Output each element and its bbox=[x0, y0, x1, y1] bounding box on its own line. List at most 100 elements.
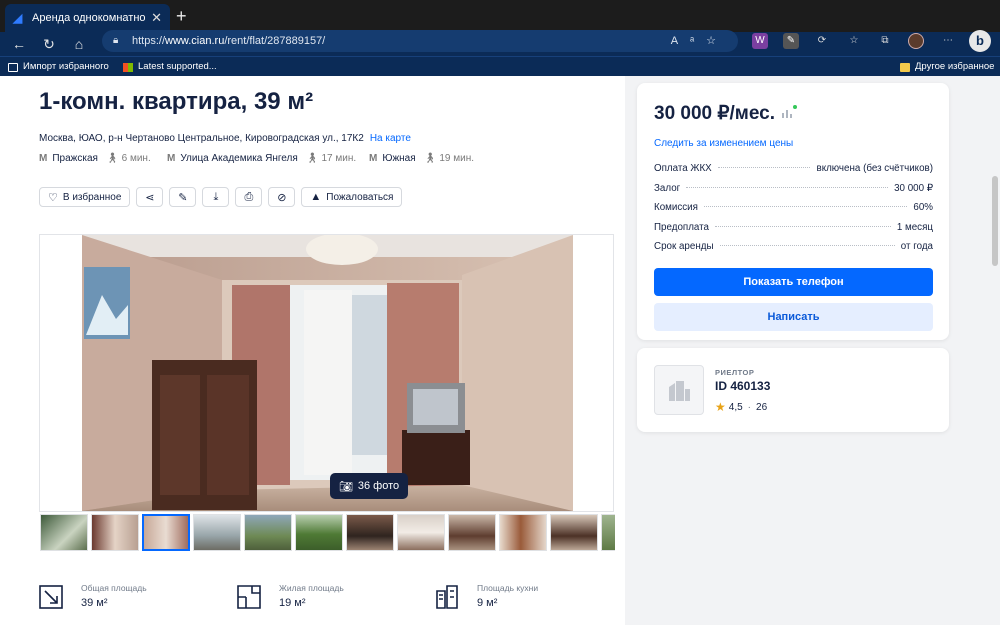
fact-value: 19 м² bbox=[279, 597, 306, 609]
printer-icon: ⎙ bbox=[244, 190, 254, 203]
heart-icon: ♡ bbox=[48, 191, 58, 204]
write-message-button[interactable]: Написать bbox=[654, 303, 933, 331]
home-icon[interactable]: ⌂ bbox=[70, 35, 88, 53]
bookmark-import-label: Импорт избранного bbox=[23, 61, 109, 72]
print-button[interactable]: ⎙ bbox=[235, 187, 263, 207]
term-leader bbox=[714, 225, 891, 227]
room-photo-image bbox=[82, 235, 573, 511]
follow-price-link[interactable]: Следить за изменением цены bbox=[654, 138, 793, 149]
photo-count-badge[interactable]: 📷︎ 36 фото bbox=[330, 473, 408, 499]
profile-avatar[interactable] bbox=[908, 33, 924, 49]
metro-item[interactable]: M Южная 🚶︎ 19 мин. bbox=[369, 153, 474, 164]
note-button[interactable]: ✎ bbox=[169, 187, 197, 207]
metro-walk-time: 17 мин. bbox=[321, 153, 357, 164]
term-value: 60% bbox=[913, 202, 933, 213]
thumbnail[interactable] bbox=[40, 514, 88, 551]
report-button[interactable]: ▲ Пожаловаться bbox=[301, 187, 403, 207]
reload-icon[interactable]: ↻ bbox=[40, 35, 58, 53]
listing-title: 1-комн. квартира, 39 м² bbox=[39, 88, 314, 115]
photo-gallery[interactable]: 📷︎ 36 фото bbox=[39, 234, 614, 512]
walk-icon: 🚶︎ bbox=[305, 153, 319, 164]
thumbnail-selected[interactable] bbox=[142, 514, 190, 551]
browser-tab-active[interactable]: ◢ Аренда однокомнатной квар ✕ bbox=[5, 4, 170, 32]
favorite-button[interactable]: ♡ В избранное bbox=[39, 187, 131, 207]
main-photo[interactable]: 📷︎ 36 фото bbox=[82, 235, 573, 511]
collections-icon[interactable]: ⧉ bbox=[877, 33, 893, 49]
favorite-star-icon[interactable]: ☆ bbox=[706, 35, 728, 47]
lock-icon: 🔒︎ bbox=[113, 35, 119, 46]
price-history-icon[interactable] bbox=[781, 105, 797, 119]
thumbnail[interactable] bbox=[91, 514, 139, 551]
thumbnail[interactable] bbox=[397, 514, 445, 551]
star-icon: ★ bbox=[715, 400, 726, 414]
cian-favicon-icon: ◢ bbox=[13, 10, 23, 25]
total-area-icon bbox=[39, 585, 63, 609]
hide-button[interactable]: ⊘ bbox=[268, 187, 296, 207]
thumbnail[interactable] bbox=[193, 514, 241, 551]
map-link[interactable]: На карте bbox=[370, 133, 411, 144]
show-phone-button[interactable]: Показать телефон bbox=[654, 268, 933, 296]
agent-card[interactable]: РИЕЛТОР ID 460133 ★ 4,5 · 26 bbox=[637, 348, 949, 432]
download-button[interactable]: ⤓ bbox=[202, 187, 230, 207]
metro-icon: M bbox=[39, 153, 48, 164]
new-tab-button[interactable]: + bbox=[176, 7, 187, 25]
term-key: Предоплата bbox=[654, 221, 709, 233]
term-key: Срок аренды bbox=[654, 241, 714, 252]
term-value: от года bbox=[900, 241, 933, 252]
metro-station: Улица Академика Янгеля bbox=[180, 153, 298, 164]
extension-edit-icon[interactable]: ✎ bbox=[783, 33, 799, 49]
fact-living-area: Жилая площадь 19 м² bbox=[237, 581, 344, 609]
bookmarks-bar: Импорт избранного Latest supported... Др… bbox=[0, 56, 1000, 76]
warning-icon: ▲ bbox=[310, 191, 322, 203]
thumbnail[interactable] bbox=[601, 514, 615, 551]
thumbnail[interactable] bbox=[244, 514, 292, 551]
fact-label: Площадь кухни bbox=[477, 583, 539, 593]
thumbnail[interactable] bbox=[550, 514, 598, 551]
bing-chat-icon[interactable]: b bbox=[969, 30, 991, 52]
bookmark-latest[interactable]: Latest supported... bbox=[123, 57, 217, 77]
price-card: 30 000 ₽/мес. Следить за изменением цены… bbox=[637, 83, 949, 340]
url-prefix: https:// bbox=[132, 35, 166, 47]
thumbnail[interactable] bbox=[295, 514, 343, 551]
favorites-icon[interactable]: ☆ bbox=[846, 33, 862, 49]
term-row: Срок аренды от года bbox=[654, 241, 933, 261]
term-row: Комиссия 60% bbox=[654, 202, 933, 222]
read-aloud-icon[interactable]: Aᵃ bbox=[671, 35, 706, 47]
fact-label: Жилая площадь bbox=[279, 583, 344, 593]
back-arrow-icon[interactable]: ← bbox=[10, 35, 28, 53]
metro-item[interactable]: M Пражская 🚶︎ 6 мин. bbox=[39, 153, 151, 164]
agent-rating[interactable]: ★ 4,5 · 26 bbox=[715, 400, 767, 414]
agent-id[interactable]: ID 460133 bbox=[715, 379, 770, 393]
metro-item[interactable]: M Улица Академика Янгеля 🚶︎ 17 мин. bbox=[167, 153, 356, 164]
term-key: Оплата ЖКХ bbox=[654, 163, 712, 174]
thumbnail[interactable] bbox=[448, 514, 496, 551]
page-scrollbar[interactable] bbox=[992, 176, 998, 266]
windows-logo-icon bbox=[123, 62, 133, 72]
extension-w-icon[interactable]: W bbox=[752, 33, 768, 49]
close-tab-icon[interactable]: ✕ bbox=[151, 10, 162, 26]
thumbnail[interactable] bbox=[499, 514, 547, 551]
metro-icon: M bbox=[369, 153, 378, 164]
import-icon bbox=[8, 62, 18, 72]
share-button[interactable]: ⋖ bbox=[136, 187, 164, 207]
metro-icon: M bbox=[167, 153, 176, 164]
address-text: Москва, ЮАО, р-н Чертаново Центральное, … bbox=[39, 133, 364, 144]
fact-value: 9 м² bbox=[477, 597, 498, 609]
rating-value: 4,5 bbox=[728, 401, 743, 413]
thumbnail[interactable] bbox=[346, 514, 394, 551]
fact-label: Общая площадь bbox=[81, 583, 147, 593]
agent-logo bbox=[654, 365, 704, 415]
extension-puzzle-icon[interactable]: ⟳ bbox=[814, 33, 830, 49]
fact-total-area: Общая площадь 39 м² bbox=[39, 581, 147, 609]
bookmark-other-folder[interactable]: Другое избранное bbox=[900, 57, 994, 77]
eye-off-icon: ⊘ bbox=[277, 191, 287, 204]
term-key: Комиссия bbox=[654, 202, 698, 213]
term-row: Предоплата 1 месяц bbox=[654, 222, 933, 242]
address-bar[interactable]: 🔒︎ https://www.cian.ru/rent/flat/28788915… bbox=[102, 30, 738, 52]
rental-terms: Оплата ЖКХ включена (без счётчиков) Залог… bbox=[654, 163, 933, 261]
bookmark-import[interactable]: Импорт избранного bbox=[8, 57, 109, 77]
more-menu-icon[interactable]: ⋯ bbox=[940, 33, 956, 49]
url-path: /rent/flat/287889157/ bbox=[224, 35, 326, 47]
listing-actions: ♡ В избранное ⋖ ✎ ⤓ ⎙ ⊘ ▲ Пожаловаться bbox=[39, 187, 403, 207]
term-value: 1 месяц bbox=[896, 221, 933, 233]
